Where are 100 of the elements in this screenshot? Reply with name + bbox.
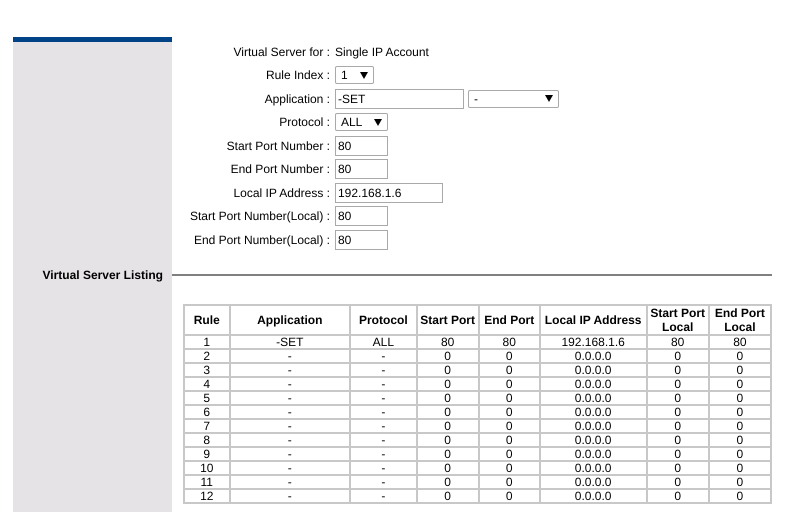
table-cell: - [230,474,350,489]
table-cell: 0.0.0.0 [540,488,647,503]
table-cell: - [350,432,417,447]
table-cell: 1 [184,334,230,349]
table-cell: 0 [646,460,709,475]
table-cell: 0 [416,460,479,475]
table-cell: 0 [708,376,771,391]
table-cell: 0 [478,460,540,475]
table-cell: 192.168.1.6 [540,334,647,349]
table-cell: 2 [184,348,230,363]
caret-icon [545,95,553,102]
table-cell: 12 [184,488,230,503]
caret-icon [374,118,382,126]
column-header: Local IP Address [540,304,647,335]
table-cell: 0 [478,404,540,419]
table-cell: 0 [416,362,479,377]
table-cell: 0.0.0.0 [540,432,647,447]
dropdown[interactable]: 1 [335,66,374,84]
table-cell: - [350,362,417,377]
table-cell: 0 [478,488,540,503]
table-cell: - [230,488,350,503]
table-cell: 0 [478,418,540,433]
table-cell: - [230,348,350,363]
table-cell: 80 [416,334,479,349]
table-cell: 0 [416,376,479,391]
table-cell: - [350,488,417,503]
table-cell: 0.0.0.0 [540,474,647,489]
field-label: End Port Number : [230,162,330,176]
dropdown[interactable]: ALL [335,113,388,132]
input-field[interactable]: 80 [335,230,388,250]
table-cell: - [350,404,417,419]
table-cell: 0 [708,446,771,461]
table-cell: 11 [184,474,230,489]
table-cell: 9 [184,446,230,461]
table-cell: 0 [478,390,540,405]
input-field[interactable]: 80 [335,136,388,156]
table-cell: 0 [646,348,709,363]
table-cell: 0 [708,488,771,503]
table-cell: - [350,376,417,391]
column-header: Start Port Local [646,304,709,335]
table-cell: 0.0.0.0 [540,418,647,433]
field-label: Start Port Number : [226,138,330,153]
table-cell: 0 [478,474,540,489]
table-cell: 0 [416,418,479,433]
table-cell: 0 [646,488,709,503]
table-cell: - [350,348,417,363]
table-cell: 0 [416,432,479,447]
table-cell: 0 [646,376,709,391]
table-cell: 0.0.0.0 [540,460,647,475]
column-header: End Port [478,304,540,335]
table-cell: 0 [646,404,709,419]
table-cell: - [350,418,417,433]
table-cell: - [230,362,350,377]
field-label: Protocol : [278,115,330,130]
column-header: Protocol [350,304,417,335]
table-cell: 0 [646,362,709,377]
table-cell: 7 [184,418,230,433]
table-cell: 0 [416,390,479,405]
column-header: Application [230,304,350,335]
table-cell: 0 [708,362,771,377]
table-cell: 0.0.0.0 [540,446,647,461]
table-cell: 80 [646,334,709,349]
table-cell: 0 [416,404,479,419]
field-label: Start Port Number(Local) : [188,209,330,224]
table-cell: 0 [708,432,771,447]
table-cell: - [230,376,350,391]
table-cell: 0 [478,362,540,377]
table-cell: 8 [184,432,230,447]
table-cell: 0 [416,474,479,489]
input-field[interactable]: -SET [335,88,464,109]
input-field[interactable]: 80 [335,159,388,180]
table-cell: 80 [478,334,540,349]
table-cell: 0 [646,474,709,489]
table-cell: - [230,418,350,433]
table-cell: - [230,404,350,419]
table-cell: 0 [708,474,771,489]
field-label: End Port Number(Local) : [192,232,330,247]
table-cell: 0 [708,404,771,419]
table-cell: 0 [646,432,709,447]
table-cell: - [350,446,417,461]
table-cell: 0.0.0.0 [540,362,647,377]
table-cell: 5 [184,390,230,405]
table-cell: ALL [350,334,417,349]
input-field[interactable]: 80 [335,206,388,226]
table-cell: 4 [184,376,230,391]
table-cell: 0 [478,446,540,461]
table-cell: - [230,432,350,447]
table-cell: 0 [708,418,771,433]
table-cell: - [230,390,350,405]
table-cell: 80 [708,334,771,349]
dropdown[interactable]: - [468,90,559,108]
table-cell: 0.0.0.0 [540,348,647,363]
account-type-text: Single IP Account [335,44,430,59]
table-cell: - [230,446,350,461]
table-cell: 0 [708,390,771,405]
table-cell: 0 [478,432,540,447]
input-field[interactable]: 192.168.1.6 [335,182,443,203]
column-header: Rule [184,304,230,335]
table-cell: -SET [230,334,350,349]
table-cell: 0.0.0.0 [540,404,647,419]
